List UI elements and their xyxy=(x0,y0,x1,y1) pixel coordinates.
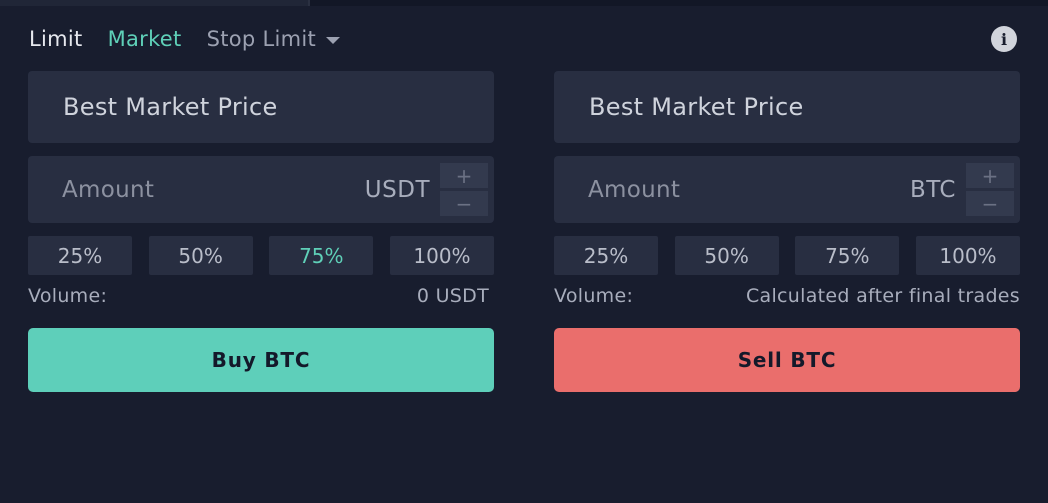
buy-percent-100-button[interactable]: 100% xyxy=(389,236,494,275)
buy-price-field: Best Market Price xyxy=(28,71,494,143)
tab-market[interactable]: Market xyxy=(108,27,182,51)
top-strip xyxy=(0,0,1048,6)
buy-percent-50-button[interactable]: 50% xyxy=(148,236,253,275)
buy-panel: Best Market Price USDT + − 25% 50% 75% 1… xyxy=(28,71,494,392)
sell-panel: Best Market Price BTC + − 25% 50% 75% 10… xyxy=(554,71,1020,392)
sell-percent-50-button[interactable]: 50% xyxy=(674,236,779,275)
sell-amount-box: BTC + − xyxy=(554,156,1020,223)
buy-percent-75-button[interactable]: 75% xyxy=(269,236,374,275)
buy-amount-unit: USDT xyxy=(364,176,430,203)
tab-stop-limit[interactable]: Stop Limit xyxy=(206,27,341,51)
buy-volume-value: 0 USDT xyxy=(416,285,489,307)
buy-volume-row: Volume: 0 USDT xyxy=(28,283,494,309)
sell-percent-row: 25% 50% 75% 100% xyxy=(554,236,1020,275)
info-icon[interactable]: i xyxy=(991,26,1017,52)
order-type-tabs: Limit Market Stop Limit xyxy=(29,24,365,54)
sell-percent-25-button[interactable]: 25% xyxy=(554,236,658,275)
sell-price-field: Best Market Price xyxy=(554,71,1020,143)
sell-amount-stepper: + − xyxy=(966,163,1014,216)
buy-amount-stepper: + − xyxy=(440,163,488,216)
sell-increment-button[interactable]: + xyxy=(966,163,1014,188)
sell-decrement-button[interactable]: − xyxy=(966,191,1014,216)
tab-limit[interactable]: Limit xyxy=(29,27,83,51)
buy-percent-25-button[interactable]: 25% xyxy=(28,236,132,275)
caret-down-icon xyxy=(326,36,341,44)
buy-button[interactable]: Buy BTC xyxy=(28,328,494,392)
buy-increment-button[interactable]: + xyxy=(440,163,488,188)
sell-volume-value: Calculated after final trades xyxy=(745,285,1020,307)
sell-button[interactable]: Sell BTC xyxy=(554,328,1020,392)
sell-amount-input[interactable] xyxy=(554,156,874,223)
sell-amount-unit: BTC xyxy=(909,176,956,203)
tab-stop-limit-label: Stop Limit xyxy=(206,27,317,51)
buy-amount-box: USDT + − xyxy=(28,156,494,223)
sell-volume-label: Volume: xyxy=(554,285,634,307)
sell-percent-75-button[interactable]: 75% xyxy=(795,236,900,275)
buy-amount-input[interactable] xyxy=(28,156,348,223)
sell-percent-100-button[interactable]: 100% xyxy=(915,236,1020,275)
buy-volume-label: Volume: xyxy=(28,285,108,307)
buy-decrement-button[interactable]: − xyxy=(440,191,488,216)
top-tab-right xyxy=(310,0,1048,6)
buy-percent-row: 25% 50% 75% 100% xyxy=(28,236,494,275)
top-tab-left xyxy=(0,0,310,6)
sell-volume-row: Volume: Calculated after final trades xyxy=(554,283,1020,309)
